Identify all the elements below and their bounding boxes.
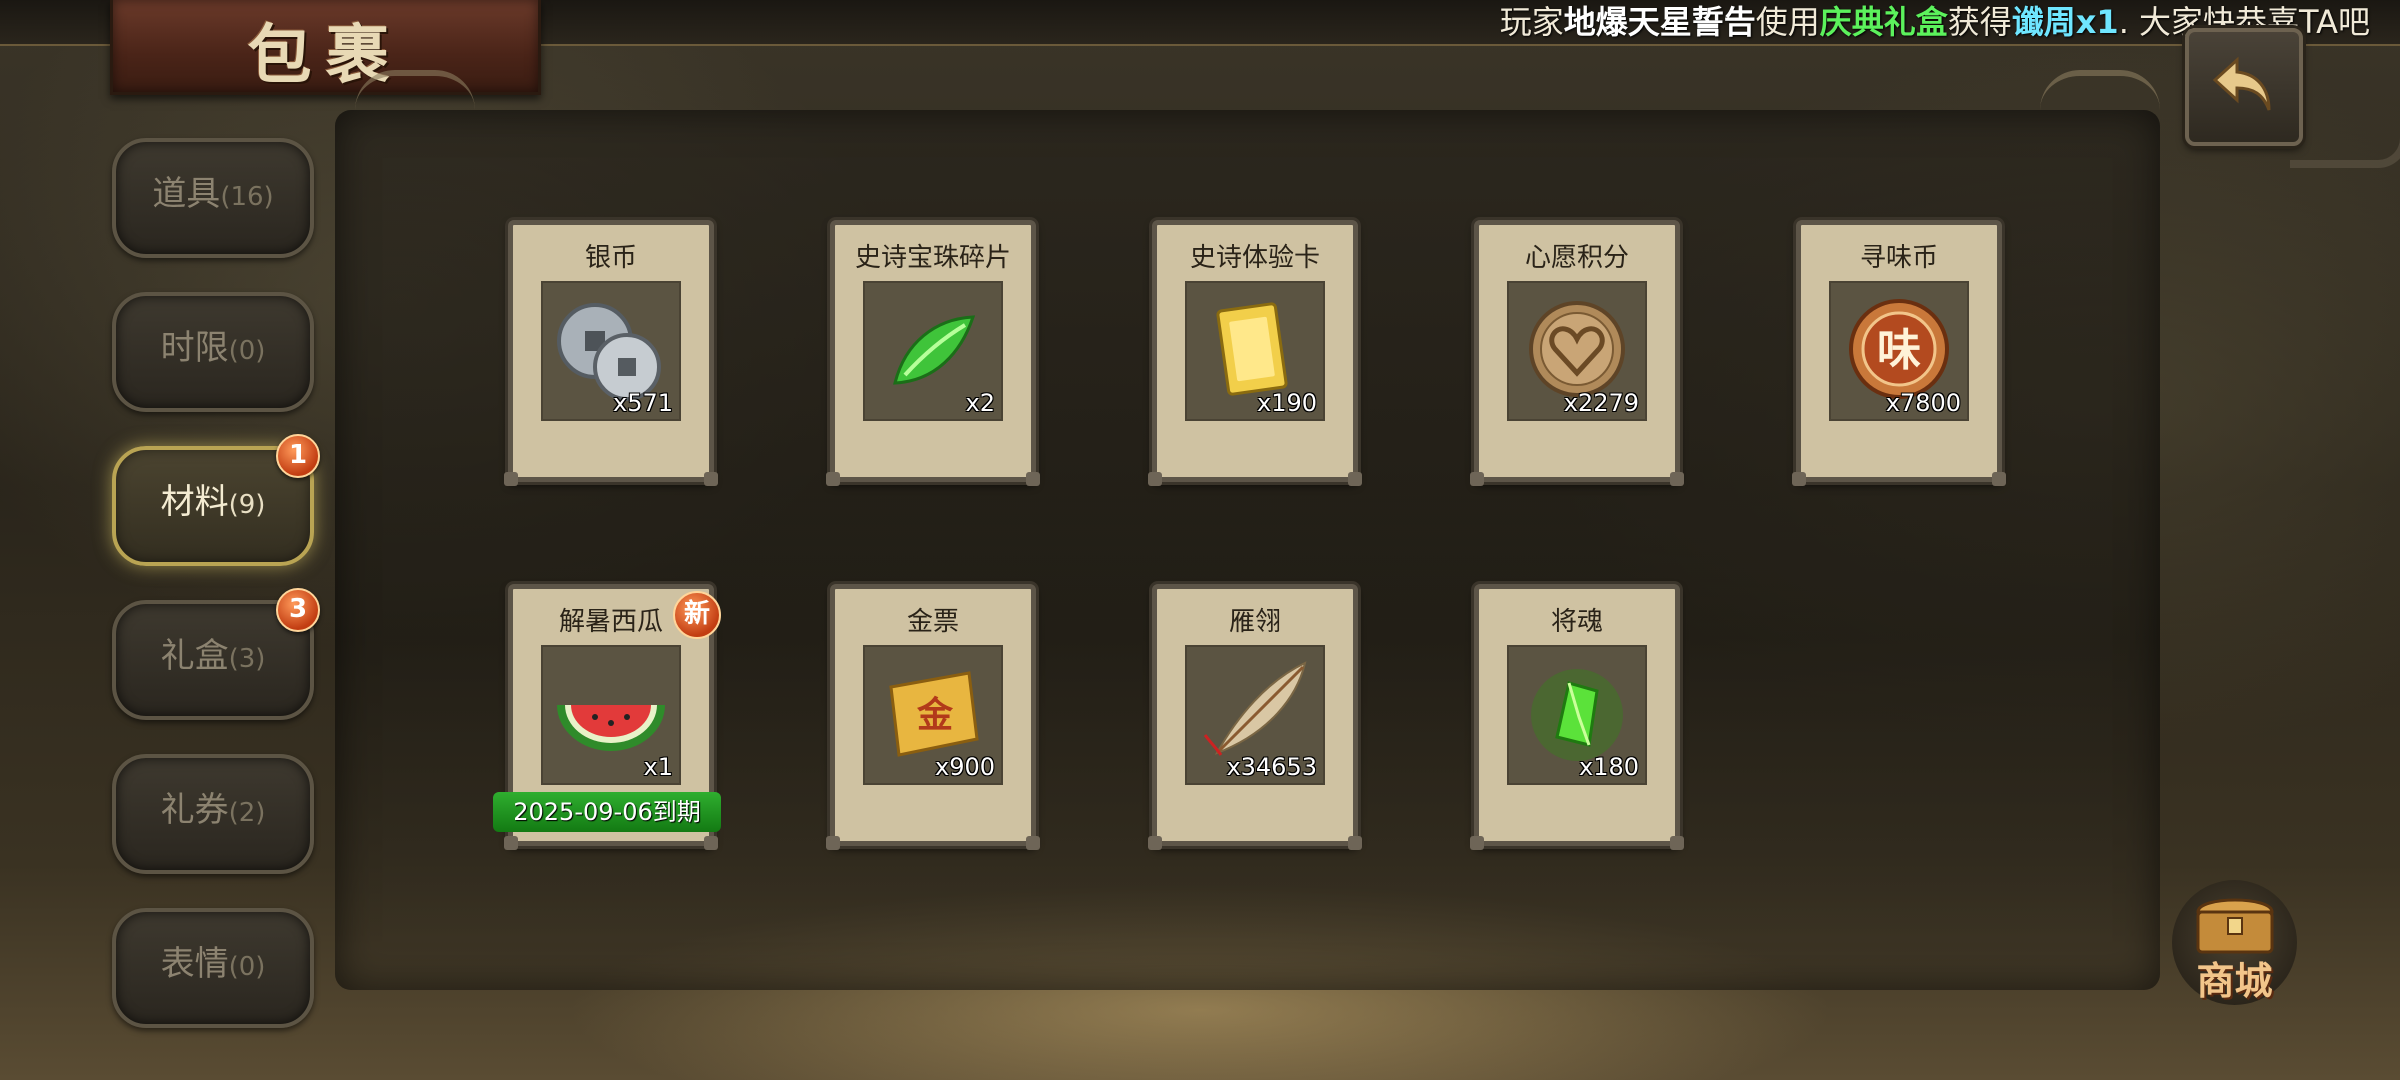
item-quantity: x2279	[1563, 389, 1639, 417]
item-name: 心愿积分	[1524, 243, 1629, 273]
item-name: 金票	[906, 607, 959, 637]
back-button[interactable]	[2185, 28, 2303, 146]
item-icon-slot: x190	[1185, 281, 1325, 421]
item-quantity: x7800	[1885, 389, 1961, 417]
tab-label: 材料	[160, 482, 229, 522]
scroll-ornament-right	[2040, 70, 2160, 116]
tab-label: 道具	[152, 174, 221, 214]
announce-mid1: 使用	[1755, 3, 1820, 41]
item-card-gold-ticket[interactable]: 金票 金 x900	[826, 584, 1040, 850]
item-name: 史诗宝珠碎片	[854, 243, 1011, 273]
item-quantity: x180	[1578, 753, 1639, 781]
title-plaque: 包裹	[110, 0, 541, 95]
tab-timed[interactable]: 时限(0)	[112, 292, 314, 412]
back-frame-decoration	[2290, 50, 2400, 168]
expire-date-label: 2025-09-06到期	[493, 792, 721, 832]
tab-count: (0)	[228, 952, 266, 982]
announce-item: 庆典礼盒	[1819, 3, 1948, 41]
shop-label: 商城	[2196, 959, 2273, 1003]
announce-reward: 谶周x1	[2011, 3, 2119, 41]
game-screen: 玩家地爆天星誓告使用庆典礼盒获得谶周x1. 大家快恭喜TA吧 包裹 道具(16)…	[0, 0, 2400, 1080]
item-icon-slot: x1	[541, 645, 681, 785]
item-icon-slot: x571	[541, 281, 681, 421]
tab-label: 礼券	[160, 790, 229, 830]
tab-count: (3)	[228, 644, 266, 674]
item-name: 雁翎	[1228, 607, 1281, 637]
item-name: 寻味币	[1859, 243, 1938, 273]
item-quantity: x571	[612, 389, 673, 417]
tab-count: (0)	[228, 336, 266, 366]
giftbox-badge: 3	[276, 588, 320, 632]
flavor-coin-glyph: 味	[1877, 325, 1921, 376]
item-quantity: x190	[1256, 389, 1317, 417]
announce-mid2: 获得	[1947, 3, 2012, 41]
announce-prefix: 玩家	[1499, 3, 1564, 41]
item-icon-slot: x2279	[1507, 281, 1647, 421]
item-quantity: x34653	[1226, 753, 1317, 781]
page-title: 包裹	[247, 18, 404, 93]
item-name: 史诗体验卡	[1189, 243, 1320, 273]
item-card-wish-points[interactable]: 心愿积分 x2279	[1470, 220, 1684, 486]
back-arrow-icon	[2212, 56, 2271, 111]
materials-badge: 1	[276, 434, 320, 478]
item-card-general-soul[interactable]: 将魂 x180	[1470, 584, 1684, 850]
item-icon-slot: x34653	[1185, 645, 1325, 785]
tab-label: 时限	[160, 328, 229, 368]
item-quantity: x900	[934, 753, 995, 781]
tab-label: 表情	[160, 944, 229, 984]
item-card-epic-orb-shard[interactable]: 史诗宝珠碎片 x2	[826, 220, 1040, 486]
tab-count: (9)	[228, 490, 266, 520]
tab-count: (2)	[228, 798, 266, 828]
item-quantity: x1	[643, 753, 673, 781]
scroll-ornament-left	[355, 70, 475, 116]
treasure-chest-icon	[2196, 898, 2274, 954]
item-name: 将魂	[1550, 607, 1603, 637]
new-badge: 新	[673, 591, 721, 639]
item-icon-slot: 味 x7800	[1829, 281, 1969, 421]
item-icon-slot: x2	[863, 281, 1003, 421]
item-quantity: x2	[965, 389, 995, 417]
gold-scroll-glyph: 金	[916, 694, 954, 736]
item-icon-slot: 金 x900	[863, 645, 1003, 785]
tab-items[interactable]: 道具(16)	[112, 138, 314, 258]
announce-player: 地爆天星誓告	[1563, 3, 1756, 41]
shop-button[interactable]: 商城	[2172, 880, 2297, 1005]
item-card-watermelon[interactable]: 解暑西瓜 新 x1 2025-09-06到期	[493, 584, 721, 850]
tab-vouchers[interactable]: 礼券(2)	[112, 754, 314, 874]
item-card-goose-feather[interactable]: 雁翎 x34653	[1148, 584, 1362, 850]
item-icon-slot: x180	[1507, 645, 1647, 785]
tab-count: (16)	[220, 182, 274, 212]
item-name: 银币	[584, 243, 637, 273]
tab-label: 礼盒	[160, 636, 229, 676]
item-card-flavor-coin[interactable]: 寻味币 味 x7800	[1792, 220, 2006, 486]
tab-emotes[interactable]: 表情(0)	[112, 908, 314, 1028]
item-card-epic-trial-card[interactable]: 史诗体验卡 x190	[1148, 220, 1362, 486]
item-card-silver-coin[interactable]: 银币 x571	[504, 220, 718, 486]
